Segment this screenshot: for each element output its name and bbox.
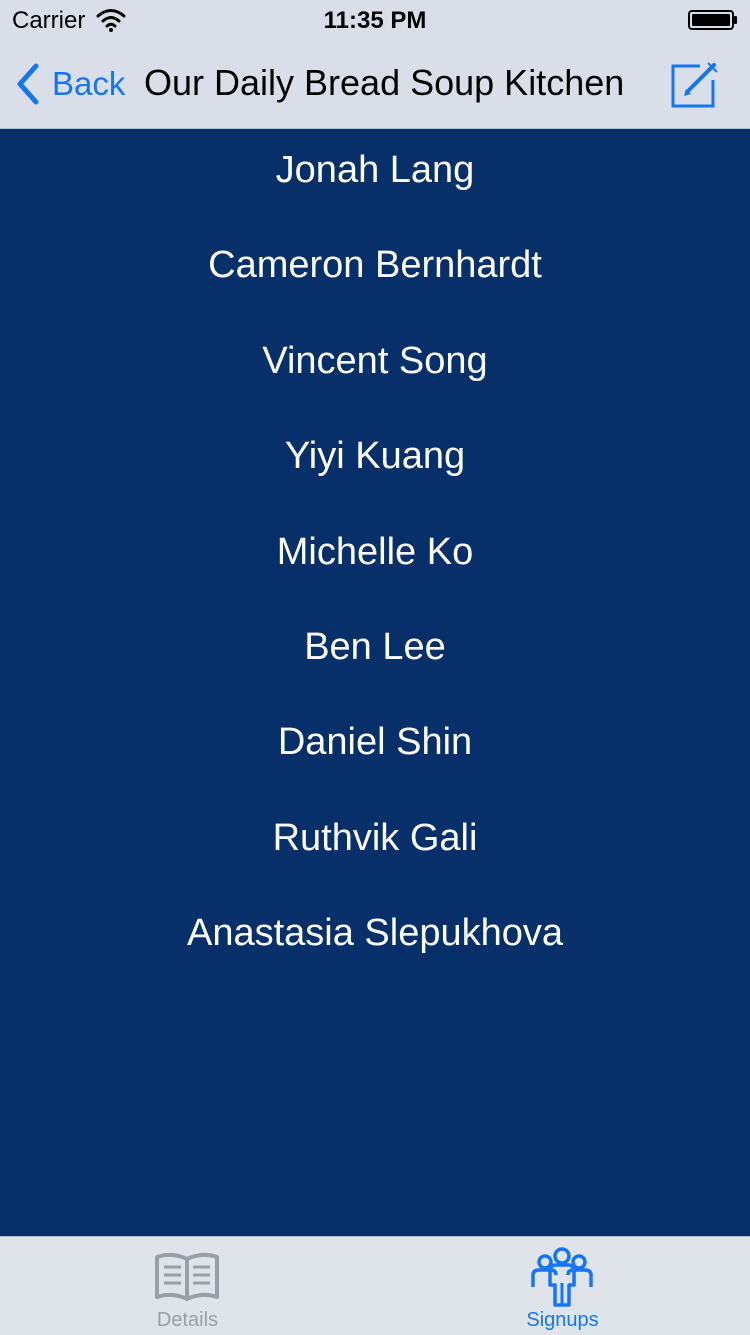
battery-icon	[688, 10, 737, 30]
signup-list-item[interactable]: Anastasia Slepukhova	[0, 891, 750, 986]
signup-list-item[interactable]: Michelle Ko	[0, 510, 750, 605]
signup-list-item[interactable]: Cameron Bernhardt	[0, 223, 750, 318]
page-title: Our Daily Bread Soup Kitchen	[144, 62, 625, 103]
chevron-left-icon	[17, 63, 39, 105]
signup-list-item[interactable]: Vincent Song	[0, 319, 750, 414]
status-bar: Carrier 11:35 PM	[0, 0, 750, 40]
signup-list: Jonah Lang Cameron Bernhardt Vincent Son…	[0, 128, 750, 1236]
back-button-label: Back	[52, 65, 126, 102]
back-button[interactable]: Back	[14, 62, 125, 106]
book-icon	[155, 1252, 219, 1301]
compose-icon	[671, 62, 718, 108]
people-icon	[531, 1247, 593, 1307]
tab-details-label: Details	[156, 1309, 219, 1331]
tab-signups[interactable]: Signups	[375, 1237, 750, 1335]
signup-list-item[interactable]: Yiyi Kuang	[0, 414, 750, 509]
signup-list-item[interactable]: Ruthvik Gali	[0, 796, 750, 891]
navigation-bar: Back Our Daily Bread Soup Kitchen	[0, 40, 750, 129]
signup-list-item[interactable]: Ben Lee	[0, 605, 750, 700]
tab-signups-label: Signups	[526, 1309, 599, 1331]
tab-bar: Details Signups	[0, 1236, 750, 1335]
status-time: 11:35 PM	[323, 7, 427, 34]
signup-list-item[interactable]: Daniel Shin	[0, 700, 750, 795]
tab-details[interactable]: Details	[0, 1237, 375, 1335]
signup-list-item[interactable]: Jonah Lang	[0, 128, 750, 223]
compose-button[interactable]	[670, 58, 722, 110]
